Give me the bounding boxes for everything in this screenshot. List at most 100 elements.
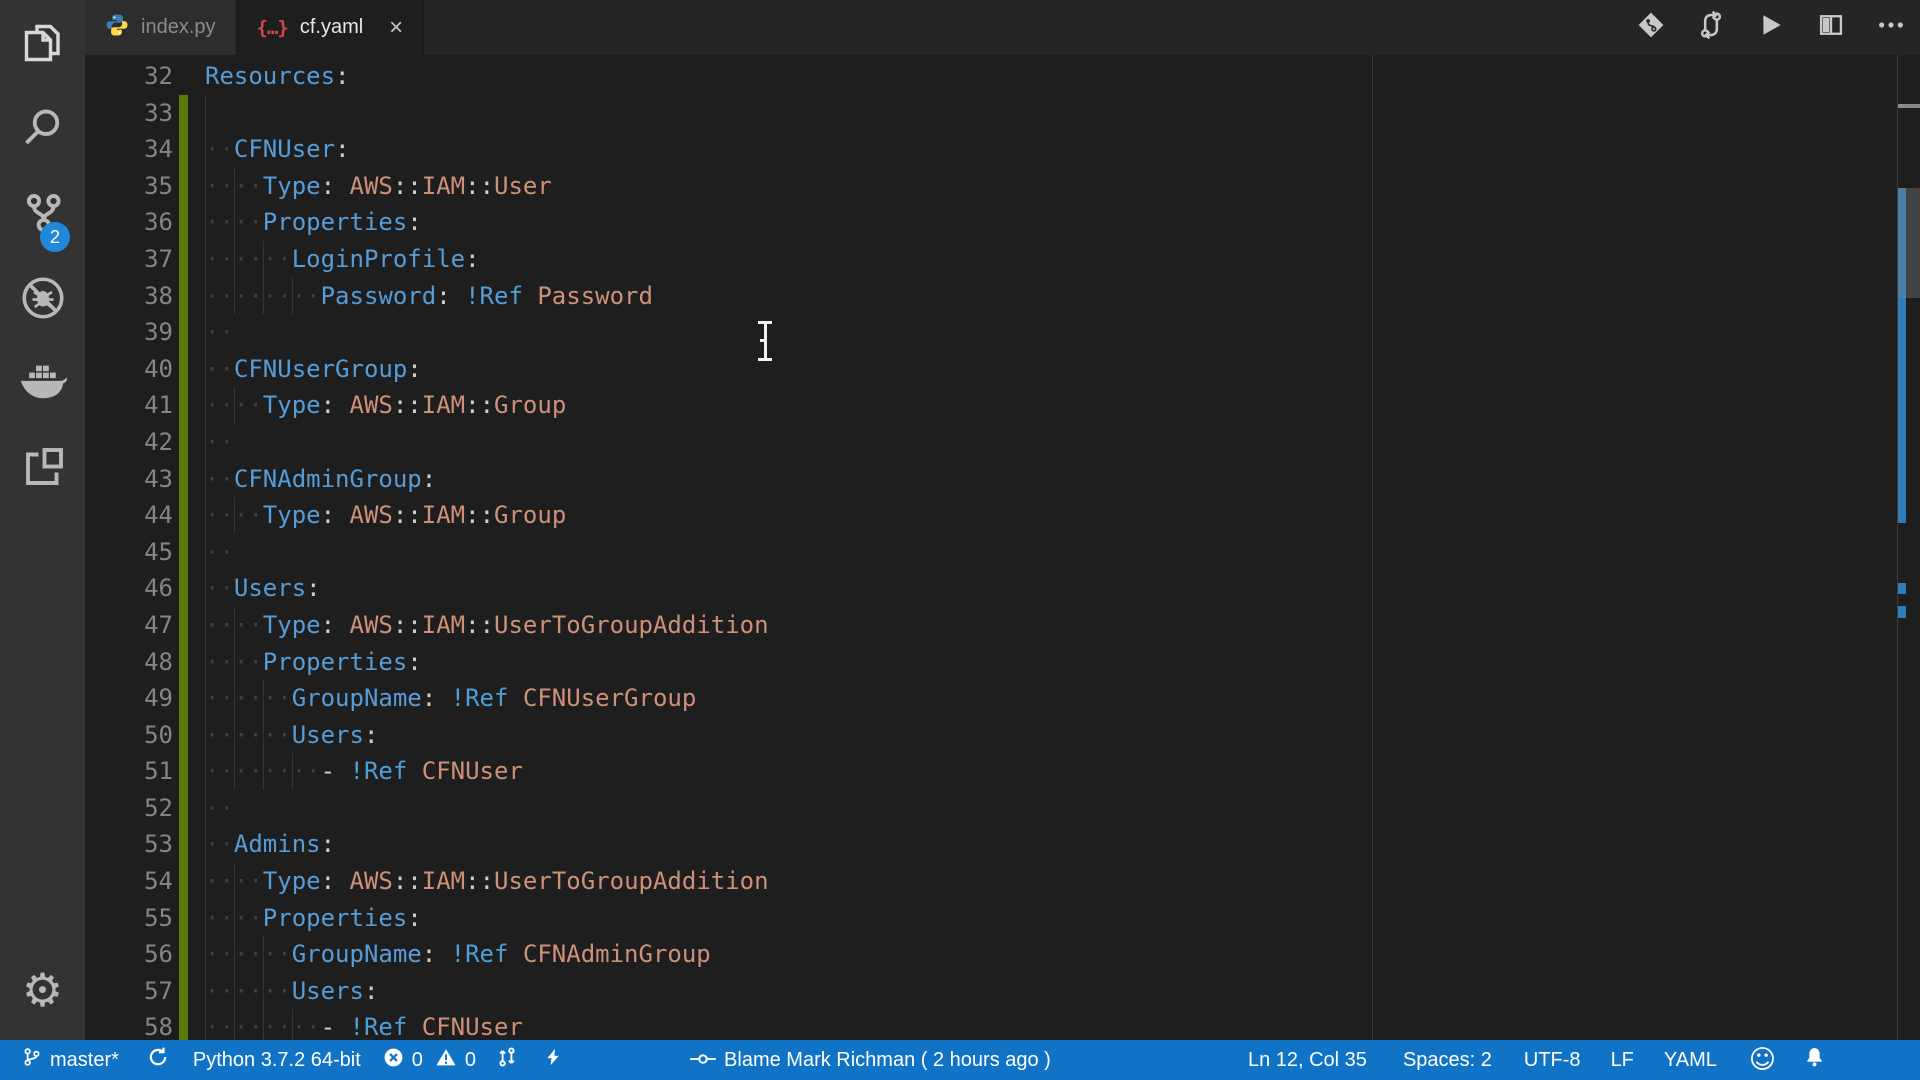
activity-bar: 2 xyxy=(0,0,85,1040)
git-gutter-added-indicator xyxy=(179,1009,188,1040)
status-cursor-position[interactable]: Ln 12, Col 35 xyxy=(1248,1049,1367,1072)
code-line-40[interactable]: 40··CFNUserGroup: xyxy=(85,351,1920,388)
status-errors[interactable]: 0 xyxy=(383,1047,423,1074)
tab-cf-yaml[interactable]: {…} cf.yaml × xyxy=(237,0,425,55)
code-line-47[interactable]: 47····Type: AWS::IAM::UserToGroupAdditio… xyxy=(85,607,1920,644)
code-line-32[interactable]: 32Resources: xyxy=(85,58,1920,95)
synchronize-button[interactable] xyxy=(1696,13,1726,43)
line-number: 41 xyxy=(85,387,173,424)
open-changes-button[interactable] xyxy=(1636,13,1666,43)
code-line-39[interactable]: 39·· xyxy=(85,314,1920,351)
bell-icon xyxy=(1804,1046,1825,1074)
rendered-whitespace: ·· xyxy=(205,465,234,493)
status-bolt[interactable] xyxy=(544,1046,562,1074)
indent-guide xyxy=(234,900,235,937)
token-punc: :: xyxy=(465,172,494,200)
scrollbar-slider[interactable] xyxy=(1898,188,1920,298)
status-warnings[interactable]: 0 xyxy=(435,1047,476,1074)
sidebar-item-debug[interactable] xyxy=(0,255,85,340)
more-actions-button[interactable] xyxy=(1876,13,1906,43)
code-line-50[interactable]: 50······Users: xyxy=(85,717,1920,754)
code-line-42[interactable]: 42·· xyxy=(85,424,1920,461)
token-key: LoginProfile xyxy=(292,245,465,273)
code-line-48[interactable]: 48····Properties: xyxy=(85,644,1920,681)
sidebar-item-extensions[interactable] xyxy=(0,425,85,510)
vscode-window: 2 xyxy=(0,0,1920,1080)
token-val: IAM xyxy=(422,611,465,639)
line-number: 34 xyxy=(85,131,173,168)
git-branch-icon xyxy=(22,1046,42,1074)
code-line-56[interactable]: 56······GroupName: !Ref CFNAdminGroup xyxy=(85,936,1920,973)
token-key: Properties xyxy=(263,208,408,236)
code-line-46[interactable]: 46··Users: xyxy=(85,570,1920,607)
status-eol[interactable]: LF xyxy=(1611,1049,1634,1072)
git-gutter-added-indicator xyxy=(179,644,188,681)
close-icon[interactable]: × xyxy=(389,16,403,40)
code-line-34[interactable]: 34··CFNUser: xyxy=(85,131,1920,168)
code-line-52[interactable]: 52 ·· xyxy=(85,790,1920,827)
indent-guide xyxy=(205,241,206,278)
status-feedback[interactable]: ☺ xyxy=(1749,1047,1776,1073)
indent-guide xyxy=(205,461,206,498)
code-line-55[interactable]: 55····Properties: xyxy=(85,900,1920,937)
code-line-37[interactable]: 37······LoginProfile: xyxy=(85,241,1920,278)
sidebar-item-docker[interactable] xyxy=(0,340,85,425)
line-number: 53 xyxy=(85,826,173,863)
tab-label: index.py xyxy=(141,16,216,39)
sidebar-item-settings[interactable]: ⚙ xyxy=(0,947,85,1032)
code-line-49[interactable]: 49······GroupName: !Ref CFNUserGroup xyxy=(85,680,1920,717)
sidebar-item-explorer[interactable] xyxy=(0,0,85,85)
token-key: Users xyxy=(292,977,364,1005)
line-number: 35 xyxy=(85,168,173,205)
status-gitlens-blame[interactable]: Blame Mark Richman ( 2 hours ago ) xyxy=(690,1049,1051,1072)
rendered-whitespace: ·· xyxy=(205,794,234,822)
tab-index-py[interactable]: index.py xyxy=(85,0,237,55)
sidebar-item-source-control[interactable]: 2 xyxy=(0,170,85,255)
token-punc: : xyxy=(335,62,349,90)
code-editor[interactable]: 32Resources:3334··CFNUser:35····Type: AW… xyxy=(85,55,1920,1040)
line-number: 55 xyxy=(85,900,173,937)
status-notifications[interactable] xyxy=(1804,1046,1825,1074)
token-key: Type xyxy=(263,867,321,895)
git-gutter-added-indicator xyxy=(179,168,188,205)
line-number: 45 xyxy=(85,534,173,571)
token-punc: :: xyxy=(465,867,494,895)
language-mode-label: YAML xyxy=(1664,1049,1717,1072)
indent-guide xyxy=(292,753,293,790)
token-val: User xyxy=(494,172,552,200)
code-line-43[interactable]: 43··CFNAdminGroup: xyxy=(85,461,1920,498)
sidebar-item-search[interactable] xyxy=(0,85,85,170)
indent-guide xyxy=(234,936,235,973)
status-git-branch[interactable]: master* xyxy=(22,1046,119,1074)
rendered-whitespace: ······ xyxy=(205,245,292,273)
git-gutter-added-indicator xyxy=(179,900,188,937)
code-line-58[interactable]: 58········- !Ref CFNUser xyxy=(85,1009,1920,1040)
code-line-57[interactable]: 57······Users: xyxy=(85,973,1920,1010)
line-number: 52 xyxy=(85,790,173,827)
status-language-mode[interactable]: YAML xyxy=(1664,1049,1717,1072)
code-line-38[interactable]: 38········Password: !Ref Password xyxy=(85,278,1920,315)
status-sync[interactable] xyxy=(147,1046,169,1074)
code-line-54[interactable]: 54····Type: AWS::IAM::UserToGroupAdditio… xyxy=(85,863,1920,900)
sync-arrows-icon xyxy=(1697,10,1725,45)
status-indentation[interactable]: Spaces: 2 xyxy=(1403,1049,1492,1072)
code-line-45[interactable]: 45·· xyxy=(85,534,1920,571)
indent-guide xyxy=(205,826,206,863)
status-compare-changes[interactable] xyxy=(496,1046,518,1074)
run-button[interactable] xyxy=(1756,13,1786,43)
indent-guide xyxy=(205,753,206,790)
code-line-53[interactable]: 53··Admins: xyxy=(85,826,1920,863)
split-editor-button[interactable] xyxy=(1816,13,1846,43)
code-line-51[interactable]: 51········- !Ref CFNUser xyxy=(85,753,1920,790)
status-encoding[interactable]: UTF-8 xyxy=(1524,1049,1581,1072)
token-key: Properties xyxy=(263,648,408,676)
status-python-version[interactable]: Python 3.7.2 64-bit xyxy=(193,1049,361,1072)
code-line-41[interactable]: 41····Type: AWS::IAM::Group xyxy=(85,387,1920,424)
token-punc: : xyxy=(407,355,421,383)
token-punc: :: xyxy=(393,611,422,639)
code-line-44[interactable]: 44····Type: AWS::IAM::Group xyxy=(85,497,1920,534)
code-line-36[interactable]: 36····Properties: xyxy=(85,204,1920,241)
code-line-35[interactable]: 35····Type: AWS::IAM::User xyxy=(85,168,1920,205)
code-line-33[interactable]: 33 xyxy=(85,95,1920,132)
blame-label: Blame Mark Richman ( 2 hours ago ) xyxy=(724,1049,1051,1072)
